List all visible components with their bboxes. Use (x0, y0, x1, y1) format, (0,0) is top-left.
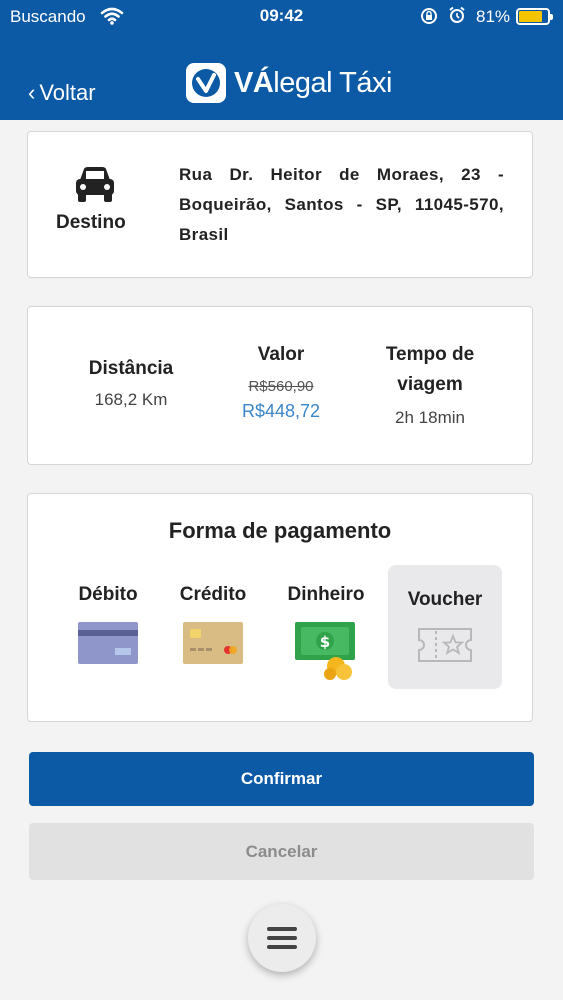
price-discounted: R$448,72 (241, 401, 321, 421)
cancel-button[interactable]: Cancelar (29, 823, 534, 880)
logo-mark-icon (186, 63, 226, 103)
credit-card-icon (183, 622, 243, 664)
payment-option-voucher[interactable]: Voucher (388, 565, 502, 689)
payment-option-label: Débito (78, 584, 138, 605)
payment-option-label: Dinheiro (287, 584, 365, 605)
back-button[interactable]: ‹ Voltar (28, 80, 96, 106)
debit-card-icon (78, 622, 138, 664)
menu-button[interactable] (248, 904, 316, 972)
payment-option-cash[interactable]: Dinheiro $ (280, 584, 372, 680)
app-logo: VÁlegal Táxi (184, 60, 392, 106)
price-block: Valor R$560,90 R$448,72 (222, 340, 340, 422)
price-original: R$560,90 (248, 378, 314, 395)
alarm-icon (449, 6, 465, 23)
destination-label: Destino (56, 212, 126, 233)
app-header: Buscando 09:42 81% ‹ Voltar VÁlegal Táxi (0, 0, 563, 120)
status-bar: Buscando 09:42 81% (0, 0, 563, 34)
brand-name: VÁlegal Táxi (234, 67, 392, 100)
back-label: Voltar (39, 80, 96, 105)
travel-time-title-2: viagem (397, 374, 463, 395)
distance-block: Distância 168,2 Km (72, 354, 190, 410)
payment-option-credit[interactable]: Crédito (168, 584, 258, 666)
payment-title: Forma de pagamento (168, 518, 392, 543)
svg-text:$: $ (320, 633, 330, 651)
rotation-lock-icon (421, 8, 437, 24)
destination-address: Rua Dr. Heitor de Moraes, 23 - Boqueirão… (179, 165, 504, 244)
price-title: Valor (257, 344, 305, 365)
travel-time-title-1: Tempo de (385, 344, 475, 365)
chevron-left-icon: ‹ (28, 80, 36, 105)
payment-option-label: Crédito (179, 584, 247, 605)
battery-percent: 81% (476, 7, 511, 26)
car-icon (76, 167, 114, 202)
distance-value: 168,2 Km (94, 390, 168, 409)
payment-option-debit[interactable]: Débito (66, 584, 150, 666)
payment-option-label: Voucher (407, 589, 483, 610)
travel-time-value: 2h 18min (395, 408, 465, 427)
cash-icon: $ (295, 622, 355, 680)
voucher-ticket-icon (418, 628, 472, 662)
brand-bold: VÁ (234, 66, 274, 99)
confirm-button[interactable]: Confirmar (29, 752, 534, 806)
brand-rest: legal Táxi (273, 66, 392, 99)
battery-icon (516, 8, 553, 25)
travel-time-block: Tempo de viagem 2h 18min (362, 340, 498, 428)
distance-title: Distância (88, 358, 174, 379)
